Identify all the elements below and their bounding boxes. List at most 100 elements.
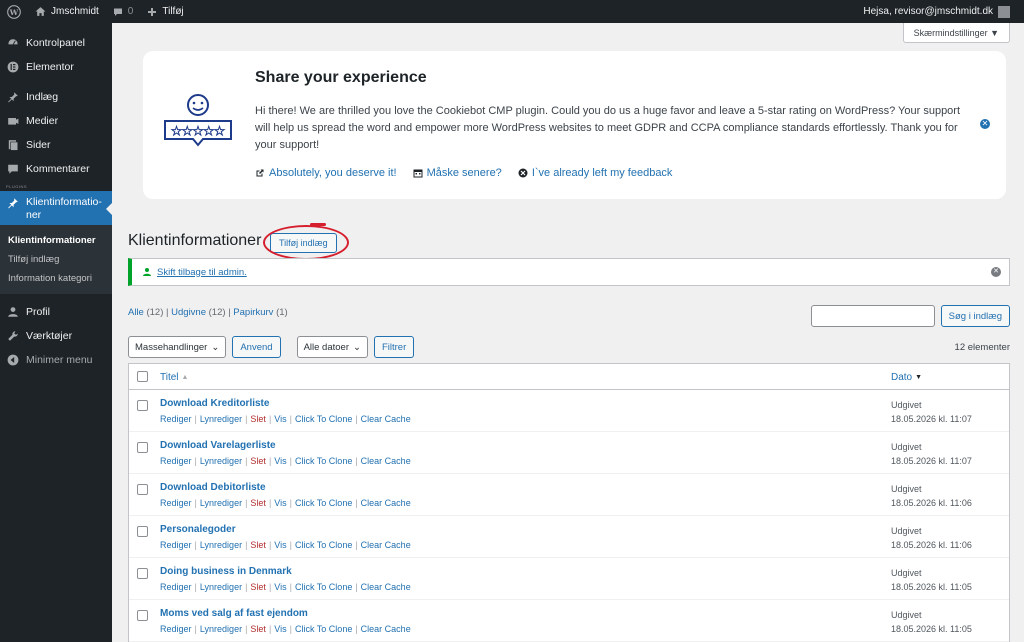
clear-cache-link[interactable]: Clear Cache xyxy=(361,582,411,592)
filter-all[interactable]: Alle (12) xyxy=(128,307,163,318)
menu-item-elementor[interactable]: Elementor xyxy=(0,55,112,79)
clear-cache-link[interactable]: Clear Cache xyxy=(361,414,411,424)
clear-cache-link[interactable]: Clear Cache xyxy=(361,498,411,508)
notice-title: Share your experience xyxy=(255,69,427,86)
edit-link[interactable]: Rediger xyxy=(160,414,192,424)
later-link[interactable]: Måske senere? xyxy=(413,167,502,179)
post-title-link[interactable]: Personalegoder xyxy=(160,524,891,535)
table-row: Download Varelagerliste Rediger | Lynredi… xyxy=(129,432,1009,474)
post-title-link[interactable]: Moms ved salg af fast ejendom xyxy=(160,608,891,619)
delete-link[interactable]: Slet xyxy=(250,456,266,466)
table-row: Moms ved salg af fast ejendom Rediger | L… xyxy=(129,600,1009,642)
menu-item-posts[interactable]: Indlæg xyxy=(0,85,112,109)
account-greeting: Hejsa, revisor@jmschmidt.dk xyxy=(863,6,993,17)
clear-cache-link[interactable]: Clear Cache xyxy=(361,456,411,466)
row-checkbox[interactable] xyxy=(137,442,148,453)
clone-link[interactable]: Click To Clone xyxy=(295,582,352,592)
search-button[interactable]: Søg i indlæg xyxy=(940,305,1010,327)
screen-options-button[interactable]: Skærmindstillinger ▼ xyxy=(902,23,1010,43)
filter-button[interactable]: Filtrer xyxy=(373,336,415,358)
new-label: Tilføj xyxy=(162,6,184,17)
view-link[interactable]: Vis xyxy=(274,624,286,634)
quick-edit-link[interactable]: Lynrediger xyxy=(200,624,242,634)
menu-item-klientinformationer[interactable]: Klientinformatio-ner xyxy=(0,191,112,225)
notice-message: Hi there! We are thrilled you love the C… xyxy=(255,105,961,151)
delete-link[interactable]: Slet xyxy=(250,540,266,550)
my-account-link[interactable]: Hejsa, revisor@jmschmidt.dk xyxy=(856,0,1024,23)
menu-item-media[interactable]: Medier xyxy=(0,109,112,133)
wordpress-logo-icon[interactable]: W xyxy=(0,0,28,23)
rate-link[interactable]: Absolutely, you deserve it! xyxy=(255,167,397,179)
menu-item-dashboard[interactable]: Kontrolpanel xyxy=(0,31,112,55)
sort-date-link[interactable]: Dato ▼ xyxy=(891,372,922,383)
close-circle-icon xyxy=(518,168,528,178)
menu-item-tools[interactable]: Værktøjer xyxy=(0,324,112,348)
clone-link[interactable]: Click To Clone xyxy=(295,624,352,634)
collapse-menu-button[interactable]: Minimer menu xyxy=(0,348,112,372)
filter-published[interactable]: Udgivne (12) xyxy=(171,307,225,318)
dashboard-icon xyxy=(6,36,20,50)
select-all-checkbox[interactable] xyxy=(137,371,148,382)
edit-link[interactable]: Rediger xyxy=(160,540,192,550)
post-title-link[interactable]: Download Varelagerliste xyxy=(160,440,891,451)
switch-back-link[interactable]: Skift tilbage til admin. xyxy=(157,267,247,278)
edit-link[interactable]: Rediger xyxy=(160,624,192,634)
new-content-link[interactable]: Tilføj xyxy=(140,0,190,23)
submenu-add-post[interactable]: Tilføj indlæg xyxy=(0,250,112,269)
edit-link[interactable]: Rediger xyxy=(160,582,192,592)
quick-edit-link[interactable]: Lynrediger xyxy=(200,498,242,508)
menu-label: Indlæg xyxy=(26,91,59,103)
comments-link[interactable]: 0 xyxy=(106,0,141,23)
svg-text:★★★★★: ★★★★★ xyxy=(171,124,225,138)
sort-title-link[interactable]: Titel ▲ xyxy=(160,372,188,383)
apply-button[interactable]: Anvend xyxy=(232,336,281,358)
view-link[interactable]: Vis xyxy=(274,456,286,466)
close-icon[interactable]: ✕ xyxy=(991,267,1001,277)
bulk-actions-select[interactable]: Massehandlinger ⌄ xyxy=(128,336,227,358)
menu-item-profile[interactable]: Profil xyxy=(0,300,112,324)
quick-edit-link[interactable]: Lynrediger xyxy=(200,456,242,466)
row-checkbox[interactable] xyxy=(137,400,148,411)
post-title-link[interactable]: Doing business in Denmark xyxy=(160,566,891,577)
row-checkbox[interactable] xyxy=(137,610,148,621)
menu-item-pages[interactable]: Sider xyxy=(0,133,112,157)
clear-cache-link[interactable]: Clear Cache xyxy=(361,540,411,550)
delete-link[interactable]: Slet xyxy=(250,582,266,592)
quick-edit-link[interactable]: Lynrediger xyxy=(200,582,242,592)
date-filter-select[interactable]: Alle datoer ⌄ xyxy=(296,336,368,358)
row-checkbox[interactable] xyxy=(137,568,148,579)
view-link[interactable]: Vis xyxy=(274,540,286,550)
submenu-klientinformationer[interactable]: Klientinformationer xyxy=(0,231,112,250)
clear-cache-link[interactable]: Clear Cache xyxy=(361,624,411,634)
avatar xyxy=(998,5,1010,18)
edit-link[interactable]: Rediger xyxy=(160,456,192,466)
post-title-link[interactable]: Download Kreditorliste xyxy=(160,398,891,409)
items-count: 12 elementer xyxy=(954,342,1010,353)
menu-item-comments[interactable]: Kommentarer xyxy=(0,157,112,181)
search-input[interactable] xyxy=(810,305,935,327)
view-link[interactable]: Vis xyxy=(274,414,286,424)
quick-edit-link[interactable]: Lynrediger xyxy=(200,414,242,424)
delete-link[interactable]: Slet xyxy=(250,498,266,508)
filter-trash[interactable]: Papirkurv (1) xyxy=(233,307,287,318)
edit-link[interactable]: Rediger xyxy=(160,498,192,508)
quick-edit-link[interactable]: Lynrediger xyxy=(200,540,242,550)
clone-link[interactable]: Click To Clone xyxy=(295,498,352,508)
already-reviewed-link[interactable]: I`ve already left my feedback xyxy=(518,167,672,179)
delete-link[interactable]: Slet xyxy=(250,414,266,424)
clone-link[interactable]: Click To Clone xyxy=(295,414,352,424)
delete-link[interactable]: Slet xyxy=(250,624,266,634)
submenu-information-category[interactable]: Information kategori xyxy=(0,269,112,288)
chevron-down-icon: ⌄ xyxy=(211,341,220,353)
clone-link[interactable]: Click To Clone xyxy=(295,456,352,466)
site-name-link[interactable]: Jmschmidt xyxy=(28,0,106,23)
row-checkbox[interactable] xyxy=(137,484,148,495)
post-title-link[interactable]: Download Debitorliste xyxy=(160,482,891,493)
view-link[interactable]: Vis xyxy=(274,498,286,508)
row-checkbox[interactable] xyxy=(137,526,148,537)
annotation-circle xyxy=(263,225,349,260)
admin-sidebar: Kontrolpanel Elementor Indlæg Medier Sid… xyxy=(0,23,112,642)
view-link[interactable]: Vis xyxy=(274,582,286,592)
notice-dismiss-icon[interactable]: ✕ xyxy=(980,119,990,129)
clone-link[interactable]: Click To Clone xyxy=(295,540,352,550)
